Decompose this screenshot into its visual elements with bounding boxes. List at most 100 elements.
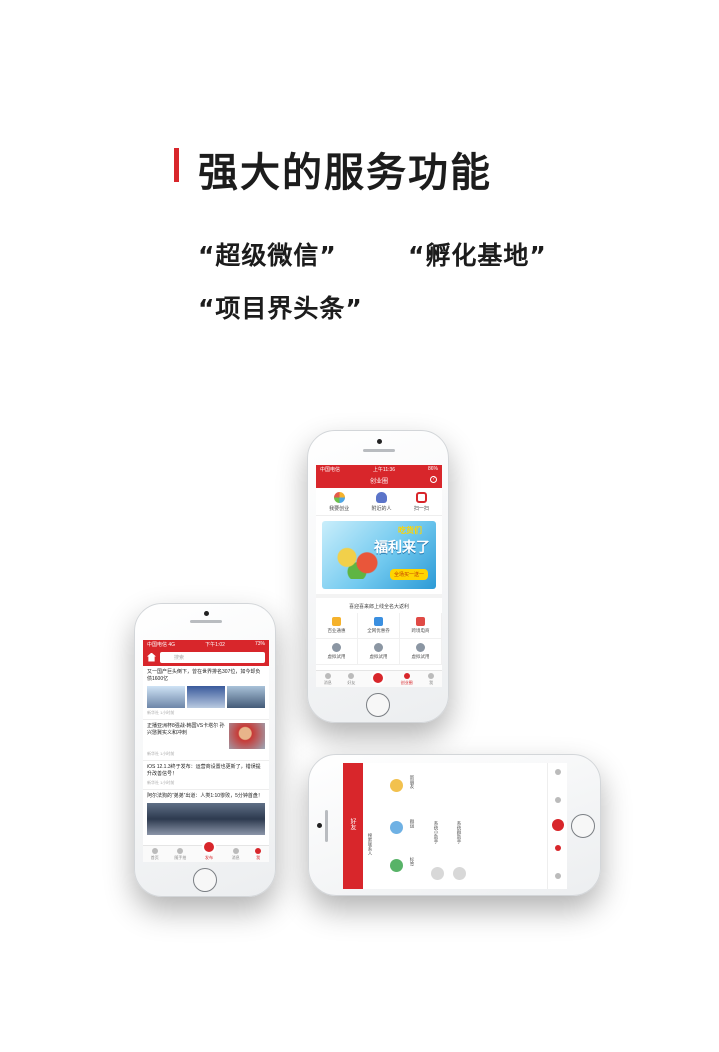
tab-center[interactable] [370,671,385,686]
clock-icon [332,643,341,652]
tab-me[interactable]: 我 [428,673,435,686]
tab-publish[interactable]: 发布 [201,840,216,861]
person-icon [348,673,355,679]
tab-messages[interactable]: 消息 [232,848,240,861]
landscape-header: 好友 [343,763,363,889]
tab-bar: 首页 随手拍 发布 消息 我 [143,840,269,862]
play-icon [177,848,184,854]
grid-item[interactable]: 虚拟试用 [400,639,442,665]
circle-icon[interactable] [555,797,561,803]
grid-item[interactable]: 跨境电商 [400,613,442,639]
tab-snapshot[interactable]: 随手拍 [174,848,186,861]
plus-icon [201,840,216,854]
grid-item[interactable]: 全网优惠券 [358,613,400,639]
tab-messages[interactable]: 消息 [324,673,332,686]
tab-startup-circle[interactable]: 创业圈 [401,673,413,686]
grid-item[interactable]: 虚拟试用 [358,639,400,665]
quick-actions: 我要创业 附近的人 扫一扫 [316,488,442,516]
nav-bar: 创业圈 ? [316,473,442,488]
time: 上午11:36 [372,466,396,473]
news-item[interactable]: 阿尔法狗的“弟弟”出道：人类1:10惨败，5分钟首盘！ [143,790,269,838]
phone-left-screen: 中国电信 4G 下午1:02 73% 搜索 又一国产巨头倒下，曾在世界排名307… [143,640,269,862]
home-button[interactable] [193,868,217,892]
banner-title: 福利来了 [374,539,430,555]
avatar [453,867,466,880]
landscape-tab-bar [547,763,567,889]
group-icon [390,821,403,834]
phone-camera [377,439,382,444]
status-bar: 中国电信 上午11:36 86% [316,465,442,473]
grid-item[interactable]: 百业通惠 [316,613,358,639]
phone-camera [317,823,322,828]
search-input[interactable]: 搜索 [160,651,265,663]
grid-item[interactable]: 虚拟试用 [316,639,358,665]
chat-icon[interactable] [555,873,561,879]
tab-friends[interactable]: 好友 [347,673,355,686]
banner-subtitle: 吃货们 [398,526,422,535]
promo-banner[interactable]: 吃货们 福利来了 全场买一送一 [322,521,436,589]
feature-super-wechat: “超级微信” [198,241,337,270]
list-item[interactable]: 新朋友 [409,775,415,789]
nav-title: 创业圈 [369,479,388,485]
news-image [229,723,265,749]
flower-icon [333,492,345,503]
news-item[interactable]: iOS 12.1.3终于发布：运营商设置也更新了，错误提升改善信号！ 新华社 1… [143,761,269,790]
tab-me[interactable]: 我 [255,848,262,861]
phone-right-screen: 中国电信 上午11:36 86% 创业圈 ? 我要创业 附近的人 扫一扫 吃货们 [316,465,442,687]
search-bar: 搜索 [143,648,269,666]
search-contacts[interactable]: 搜索联系人 [367,833,373,856]
contact-item[interactable]: 系统小助手 [433,821,439,844]
home-center-icon[interactable] [552,819,564,831]
help-icon[interactable]: ? [430,476,437,483]
home-button[interactable] [571,814,595,838]
tab-bar: 消息 好友 创业圈 我 [316,670,442,687]
store-icon [332,617,341,626]
news-image [187,686,225,708]
home-icon[interactable] [147,652,156,662]
phone-right-portrait: 中国电信 上午11:36 86% 创业圈 ? 我要创业 附近的人 扫一扫 吃货们 [307,430,449,723]
list-item[interactable]: 标签 [409,857,415,866]
section-title: 喜迎喜来郎上线全名大返利 [316,594,442,613]
battery: 86% [427,466,438,472]
phone-speaker [363,449,395,452]
feature-project-headlines: “项目界头条” [198,294,363,323]
contact-item[interactable]: 系统群助手 [456,821,462,844]
mail-icon [416,617,425,626]
title-accent-bar [174,148,179,182]
phone-left-portrait: 中国电信 4G 下午1:02 73% 搜索 又一国产巨头倒下，曾在世界排名307… [134,603,276,897]
avatar [431,867,444,880]
user-icon[interactable] [555,769,561,775]
tab-home[interactable]: 首页 [151,848,159,861]
phone-camera [204,611,209,616]
page-title: 强大的服务功能 [198,150,492,196]
compass-icon [151,848,158,854]
circle-icon [403,673,410,679]
phone-landscape: 好友 搜索联系人 新朋友 群组 标签 系统小助手 系统群助手 [308,754,601,896]
quick-scan[interactable]: 扫一扫 [414,492,429,512]
banner-button[interactable]: 全场买一送一 [389,569,428,580]
new-friends-icon [390,779,403,792]
coupon-icon [374,617,383,626]
chat-icon [324,673,331,679]
battery: 73% [254,641,265,647]
service-grid: 百业通惠 全网优惠券 跨境电商 虚拟试用 虚拟试用 虚拟试用 [316,613,442,665]
news-item[interactable]: 又一国产巨头倒下，曾在世界排名307位，如今却负债1600亿 新华社 1小时前 [143,666,269,720]
clock-icon [374,643,383,652]
friends-icon[interactable] [555,845,561,851]
news-image [147,803,265,835]
carrier: 中国电信 [320,466,341,473]
news-item[interactable]: 正播亚洲杯8强战-韩国VS卡塔尔 孙兴慜冀实义和冲刺 新华社 1小时前 [143,720,269,761]
quick-nearby-people[interactable]: 附近的人 [371,492,392,512]
news-image [147,686,185,708]
list-item[interactable]: 群组 [409,819,415,828]
home-button[interactable] [366,693,390,717]
phone-landscape-screen: 好友 搜索联系人 新朋友 群组 标签 系统小助手 系统群助手 [343,763,567,889]
contact-list: 搜索联系人 新朋友 群组 标签 系统小助手 系统群助手 [363,763,466,889]
bookmark-icon [255,848,262,854]
chat-icon [232,848,239,854]
phone-speaker [325,810,328,842]
clock-icon [416,643,425,652]
tag-icon [390,859,403,872]
quick-start-business[interactable]: 我要创业 [329,492,349,512]
status-bar: 中国电信 4G 下午1:02 73% [143,640,269,648]
